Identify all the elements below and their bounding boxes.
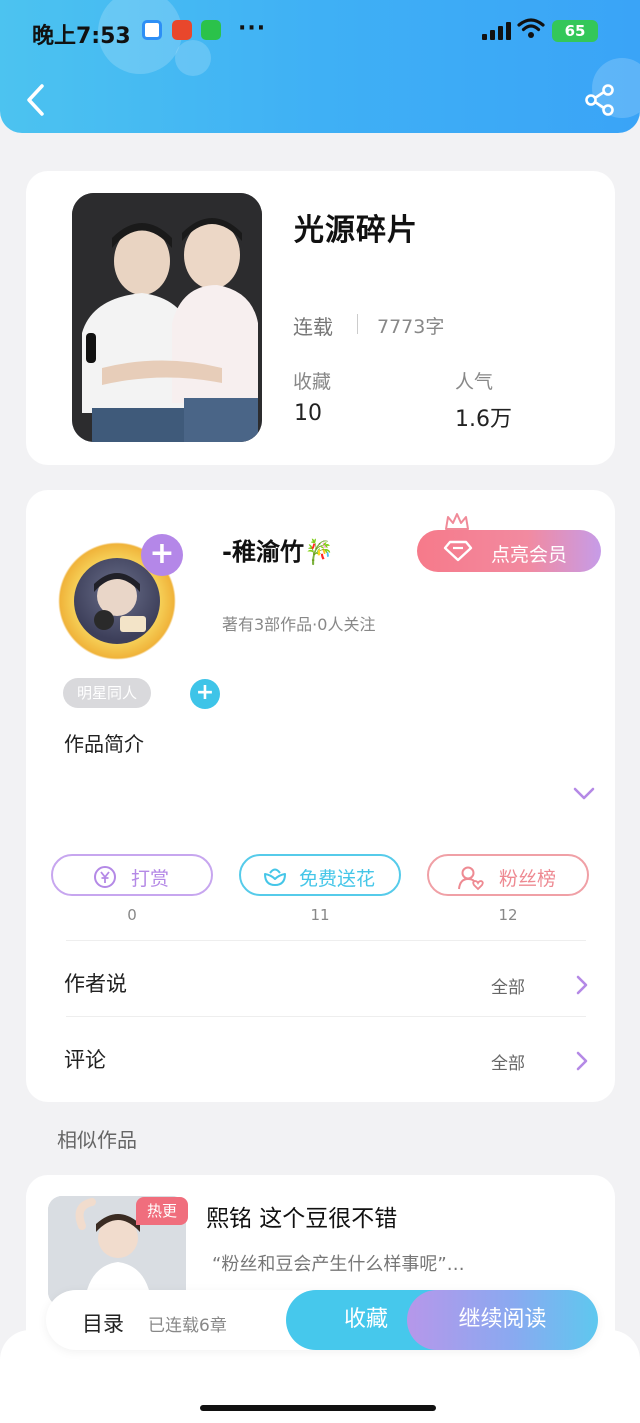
battery-icon: 65 — [552, 20, 598, 42]
book-cover[interactable] — [72, 193, 262, 442]
author-says-title: 作者说 — [64, 972, 127, 996]
hot-badge: 热更 — [136, 1197, 188, 1225]
author-name[interactable]: -稚渝竹🎋 — [222, 532, 334, 567]
chevron-down-icon[interactable] — [572, 786, 596, 802]
reward-count: 0 — [127, 906, 137, 924]
send-flower-label: 免费送花 — [299, 868, 376, 890]
app-notification-icon — [142, 20, 162, 40]
collect-label: 收藏 — [293, 371, 332, 393]
author-card: + -稚渝竹🎋 著有3部作品·0人关注 点亮会员 明星同人 + 作品简介 打赏 … — [26, 490, 615, 1102]
fan-count: 12 — [498, 906, 518, 924]
back-icon[interactable] — [22, 82, 52, 118]
collect-value: 10 — [294, 401, 322, 426]
diamond-icon — [443, 540, 473, 562]
fan-ranking-label: 粉丝榜 — [499, 868, 557, 890]
more-notifications: ··· — [238, 16, 267, 41]
book-status: 连载 — [293, 315, 333, 339]
top-header: 晚上7:53 ··· 65 — [0, 0, 640, 133]
battery-level: 65 — [564, 22, 586, 40]
user-heart-icon — [458, 866, 484, 891]
similar-section-title: 相似作品 — [57, 1128, 137, 1152]
share-icon[interactable] — [582, 82, 618, 118]
status-bar: 晚上7:53 ··· 65 — [0, 0, 640, 60]
reward-label: 打赏 — [131, 868, 170, 890]
popularity-label: 人气 — [455, 371, 494, 393]
word-count: 7773字 — [377, 316, 445, 338]
crown-icon — [445, 513, 469, 530]
comments-title: 评论 — [64, 1048, 106, 1072]
follow-author-button[interactable]: + — [141, 534, 183, 576]
flower-count: 11 — [310, 906, 330, 924]
divider — [66, 940, 586, 941]
intro-title: 作品简介 — [64, 732, 144, 756]
reward-button[interactable]: 打赏 — [51, 854, 213, 896]
wifi-icon — [517, 18, 545, 38]
app-notification-icon — [172, 20, 192, 40]
continue-reading-button[interactable]: 继续阅读 — [407, 1290, 598, 1350]
divider — [357, 314, 358, 334]
similar-work-desc: “粉丝和豆会产生什么样事呢”… — [212, 1254, 465, 1275]
bottom-action-bar: 目录 已连载6章 收藏 继续阅读 — [46, 1290, 598, 1350]
chapter-count: 已连载6章 — [148, 1316, 227, 1336]
signal-icon — [482, 22, 512, 40]
status-time: 晚上7:53 — [32, 24, 131, 49]
yen-icon — [94, 866, 116, 888]
comments-all: 全部 — [491, 1054, 525, 1074]
author-meta: 著有3部作品·0人关注 — [222, 615, 376, 634]
cover-illustration — [72, 193, 262, 442]
fan-ranking-button[interactable]: 粉丝榜 — [427, 854, 589, 896]
chevron-right-icon — [576, 975, 588, 995]
book-info-card: 光源碎片 连载 7773字 收藏 10 人气 1.6万 — [26, 171, 615, 465]
avatar-image — [74, 558, 160, 644]
popularity-value: 1.6万 — [455, 407, 512, 432]
divider — [66, 1016, 586, 1017]
category-tag[interactable]: 明星同人 — [63, 678, 152, 708]
toc-button[interactable]: 目录 — [82, 1308, 124, 1338]
author-says-all: 全部 — [491, 978, 525, 998]
send-flower-button[interactable]: 免费送花 — [239, 854, 401, 896]
home-indicator[interactable] — [200, 1405, 436, 1411]
book-title: 光源碎片 — [294, 213, 418, 248]
flower-icon — [264, 868, 286, 886]
add-tag-button[interactable]: + — [190, 679, 220, 709]
chevron-right-icon — [576, 1051, 588, 1071]
similar-work-title: 熙铭 这个豆很不错 — [206, 1206, 398, 1232]
vip-label: 点亮会员 — [491, 544, 568, 566]
wechat-icon — [201, 20, 221, 40]
vip-button[interactable]: 点亮会员 — [417, 530, 601, 572]
